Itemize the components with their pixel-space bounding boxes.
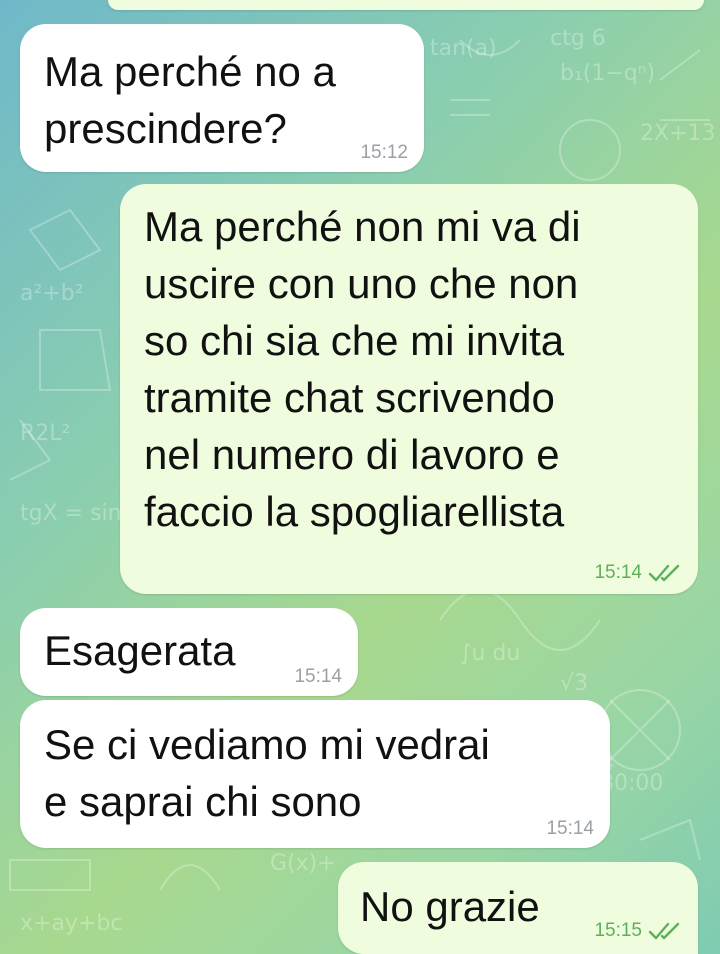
message-meta: 15:14	[294, 666, 342, 688]
message-time: 15:14	[294, 666, 342, 687]
incoming-message-bubble[interactable]: Se ci vediamo mi vedrai e saprai chi son…	[20, 700, 610, 848]
double-check-icon	[648, 922, 680, 940]
chat-history[interactable]: Ma perché no a prescindere? 15:12 Ma per…	[0, 0, 720, 954]
message-text: Se ci vediamo mi vedrai e saprai chi son…	[44, 721, 490, 825]
outgoing-message-bubble[interactable]: Ma perché non mi va di uscire con uno ch…	[120, 184, 698, 594]
message-time: 15:14	[546, 818, 594, 839]
message-meta: 15:12	[360, 142, 408, 164]
message-time: 15:14	[594, 562, 642, 583]
message-meta: 15:15	[594, 920, 682, 942]
message-text: Ma perché non mi va di uscire con uno ch…	[144, 203, 581, 535]
message-time: 15:15	[594, 920, 642, 941]
incoming-message-bubble[interactable]: Ma perché no a prescindere? 15:12	[20, 24, 424, 172]
double-check-icon	[648, 564, 680, 582]
incoming-message-bubble[interactable]: Esagerata 15:14	[20, 608, 358, 696]
outgoing-message-bubble[interactable]: No grazie 15:15	[338, 862, 698, 954]
message-meta: 15:14	[594, 562, 682, 584]
message-time: 15:12	[360, 142, 408, 163]
message-text: Ma perché no a prescindere?	[44, 48, 336, 152]
message-meta: 15:14	[546, 818, 594, 840]
